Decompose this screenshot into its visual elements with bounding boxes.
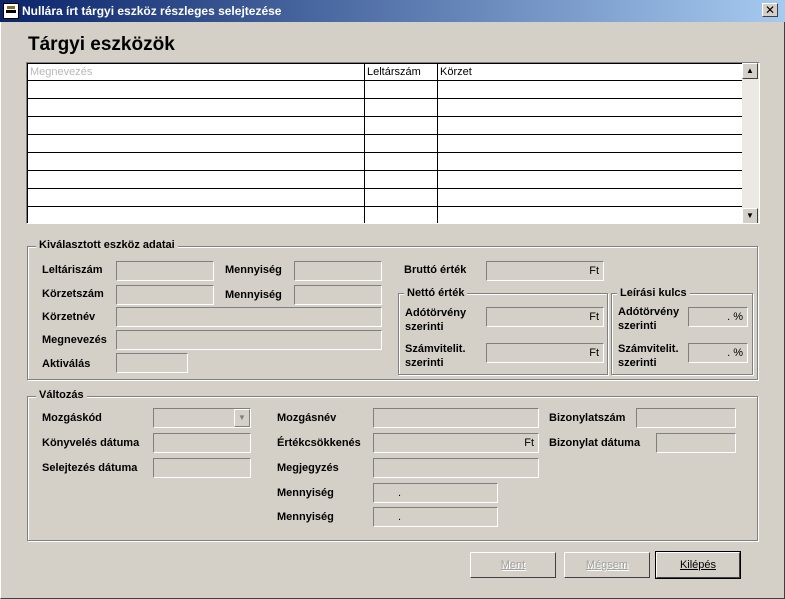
table-cell (364, 152, 438, 171)
column-header-megnevezes[interactable]: Megnevezés (27, 63, 365, 81)
leiras-szamviteli-label: Számvitelit. szerinti (618, 343, 679, 369)
table-cell (364, 206, 438, 223)
save-button[interactable]: Ment (470, 552, 556, 578)
mennyiseg-field (294, 261, 382, 281)
table-cell (437, 134, 744, 153)
megjegyzes-field[interactable] (373, 458, 539, 478)
table-row[interactable] (27, 206, 744, 223)
title-bar: Nullára írt tárgyi eszköz részleges sele… (0, 0, 785, 22)
exit-button[interactable]: Kilépés (655, 551, 741, 579)
megjegyzes-label: Megjegyzés (277, 462, 339, 474)
change-legend: Változás (36, 389, 87, 401)
cancel-button[interactable]: Mégsem (564, 552, 650, 578)
korzetnev-field (116, 307, 382, 327)
table-cell (27, 170, 365, 189)
page-title: Tárgyi eszközök (28, 34, 175, 55)
table-cell (27, 206, 365, 223)
table-cell (364, 116, 438, 135)
mennyiseg-field-2 (294, 285, 382, 305)
table-cell (27, 188, 365, 207)
close-button[interactable]: ✕ (762, 3, 778, 17)
table-cell (27, 116, 365, 135)
netto-szamviteli-field: Ft (486, 343, 604, 363)
table-cell (27, 80, 365, 99)
table-cell (364, 188, 438, 207)
selected-asset-legend: Kiválasztott eszköz adatai (36, 239, 178, 251)
column-header-leltarszam[interactable]: Leltárszám (364, 63, 438, 81)
konyveles-datum-field[interactable] (153, 433, 251, 453)
megnevezes-field (116, 330, 382, 350)
leltarszam-field (116, 261, 214, 281)
mozgaskod-label: Mozgáskód (42, 412, 102, 424)
column-header-korzet[interactable]: Körzet (437, 63, 744, 81)
selejtezes-datum-field[interactable] (153, 458, 251, 478)
window-title: Nullára írt tárgyi eszköz részleges sele… (22, 4, 282, 18)
table-row[interactable] (27, 170, 744, 189)
table-cell (364, 134, 438, 153)
table-cell (437, 116, 744, 135)
mozgasnev-field (373, 408, 539, 428)
bizonylat-datum-label: Bizonylat dátuma (549, 437, 641, 449)
netto-szamviteli-label: Számvitelit. szerinti (405, 343, 466, 369)
mennyiseg-change-label-2: Mennyiség (277, 511, 334, 523)
vertical-scrollbar[interactable]: ▲ ▼ (742, 63, 759, 223)
leltarszam-label: Leltáriszám (42, 264, 103, 276)
table-cell (27, 134, 365, 153)
table-cell (364, 98, 438, 117)
bizonylat-datum-field[interactable] (656, 433, 736, 453)
konyveles-datum-label: Könyvelés dátuma (42, 437, 140, 449)
mennyiseg-change-field[interactable]: . (373, 483, 498, 503)
table-cell (437, 152, 744, 171)
netto-legend: Nettó érték (404, 287, 468, 299)
selejtezes-datum-label: Selejtezés dátuma (42, 462, 138, 474)
korzetszam-label: Körzetszám (42, 288, 104, 300)
table-cell (437, 170, 744, 189)
table-cell (364, 170, 438, 189)
table-row[interactable] (27, 98, 744, 117)
table-row[interactable] (27, 188, 744, 207)
table-cell (27, 98, 365, 117)
mozgaskod-dropdown[interactable]: ▼ (153, 408, 251, 428)
megnevezes-label: Megnevezés (42, 334, 107, 346)
mennyiseg-label: Mennyiség (225, 264, 282, 276)
table-row[interactable] (27, 116, 744, 135)
netto-ado-label: Adótörvény szerinti (405, 307, 467, 333)
brutto-label: Bruttó érték (404, 264, 467, 276)
assets-table[interactable]: Megnevezés Leltárszám Körzet ▲ ▼ (26, 62, 760, 224)
leiras-ado-field: . % (688, 307, 748, 327)
bizonylatszam-label: Bizonylatszám (549, 412, 626, 424)
leirasi-kulcs-legend: Leírási kulcs (617, 287, 690, 299)
table-cell (364, 80, 438, 99)
ertekcsokkenes-label: Értékcsökkenés (277, 437, 361, 449)
table-cell (437, 188, 744, 207)
ertekcsokkenes-field[interactable]: Ft (373, 433, 539, 453)
table-cell (437, 98, 744, 117)
aktivalas-field (116, 353, 188, 373)
table-row[interactable] (27, 134, 744, 153)
mennyiseg-change-field-2[interactable]: . (373, 507, 498, 527)
netto-ado-field: Ft (486, 307, 604, 327)
korzetnev-label: Körzetnév (42, 311, 96, 323)
leiras-ado-label: Adótörvény szerinti (618, 306, 680, 332)
app-icon (3, 3, 19, 19)
mennyiseg-label-2: Mennyiség (225, 289, 282, 301)
bizonylatszam-field[interactable] (636, 408, 736, 428)
brutto-field: Ft (486, 261, 604, 281)
table-cell (437, 80, 744, 99)
mozgasnev-label: Mozgásnév (277, 412, 337, 424)
aktivalas-label: Aktiválás (42, 358, 91, 370)
korzetszam-field (116, 285, 214, 305)
table-cell (437, 206, 744, 223)
chevron-down-icon[interactable]: ▼ (234, 409, 250, 427)
scroll-down-arrow-icon[interactable]: ▼ (742, 208, 758, 223)
mennyiseg-change-label: Mennyiség (277, 487, 334, 499)
table-row[interactable] (27, 152, 744, 171)
scroll-up-arrow-icon[interactable]: ▲ (742, 63, 758, 79)
table-row[interactable] (27, 80, 744, 99)
table-cell (27, 152, 365, 171)
leiras-szamviteli-field: . % (688, 343, 748, 363)
